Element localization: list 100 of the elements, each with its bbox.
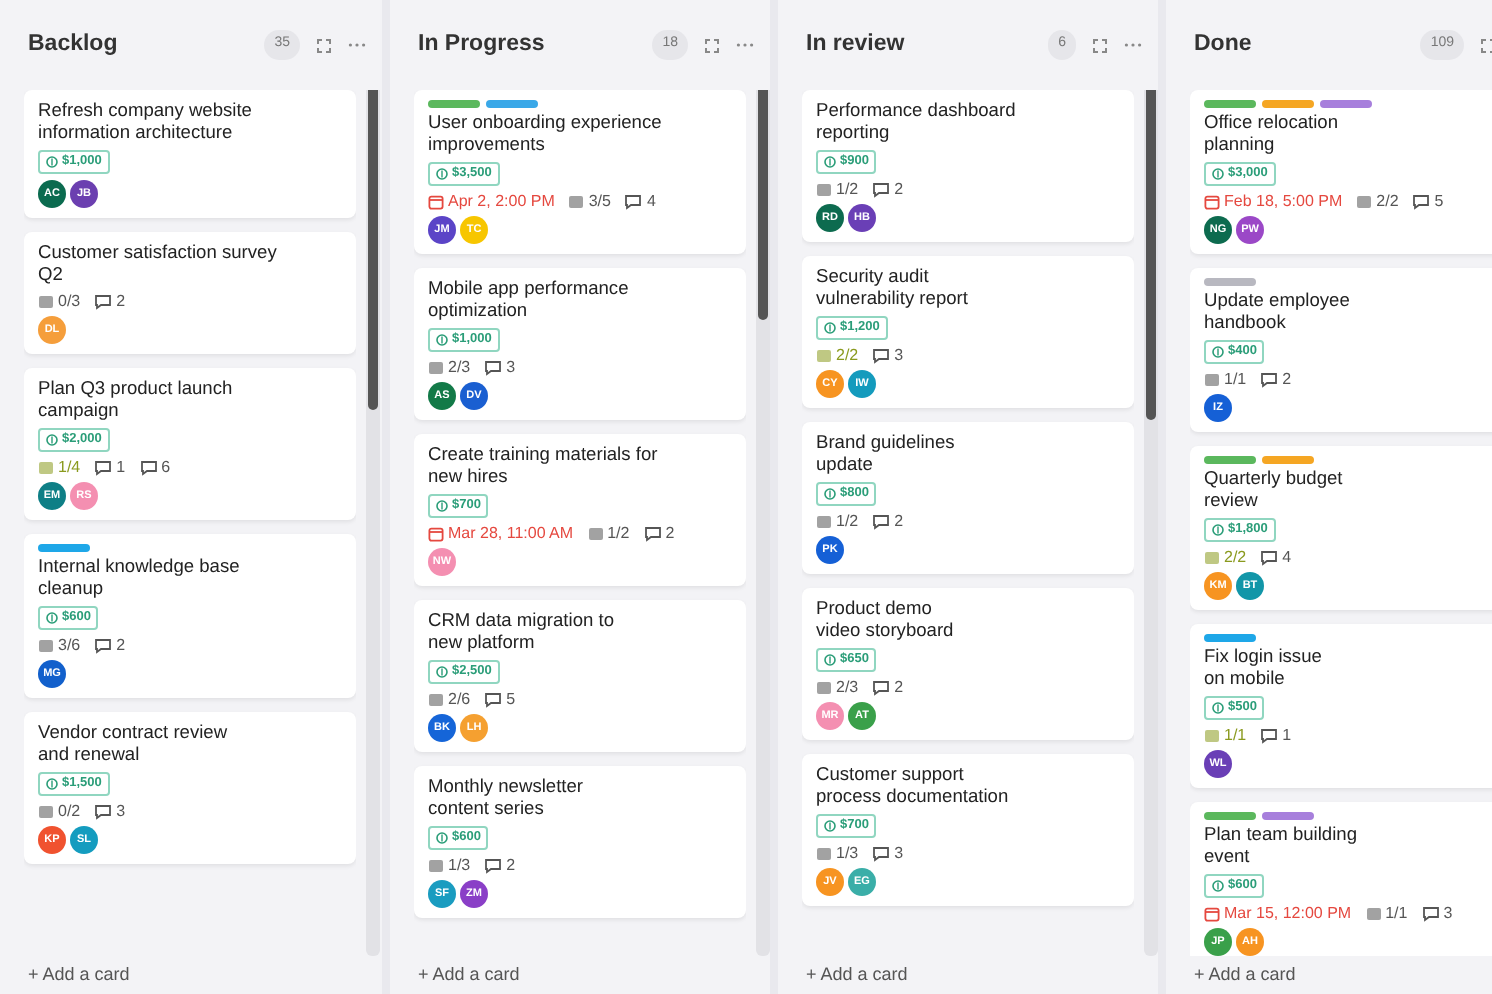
comment-count: 2	[894, 180, 904, 198]
add-card-button[interactable]: + Add a card	[418, 961, 520, 989]
comment-count: 3	[116, 802, 126, 820]
card-title: CRM data migration to new platform	[428, 610, 617, 654]
comment-icon	[1421, 905, 1440, 921]
checklist-icon	[816, 181, 832, 197]
checklist-icon	[428, 857, 444, 873]
collapse-icon[interactable]	[316, 37, 332, 53]
comment-count: 6	[161, 458, 171, 476]
coin-icon	[1212, 702, 1224, 714]
comment-count: 2	[1282, 370, 1292, 388]
comment-icon	[139, 459, 158, 475]
comment-icon	[872, 513, 891, 529]
card-title: Plan team building event	[1204, 824, 1359, 868]
card-title: Security audit vulnerability report	[816, 266, 970, 310]
comment-icon	[1260, 371, 1279, 387]
checklist-icon	[816, 347, 832, 363]
comment-icon	[872, 181, 891, 197]
collapse-icon[interactable]	[1092, 37, 1108, 53]
card-title: Product demo video storyboard	[816, 598, 956, 642]
comment-icon	[872, 845, 891, 861]
comment-count: 1	[116, 458, 126, 476]
checklist-icon	[816, 513, 832, 529]
checklist-icon	[816, 679, 832, 695]
comment-icon	[484, 691, 503, 707]
more-icon[interactable]	[348, 42, 366, 48]
coin-icon	[1212, 346, 1224, 358]
comment-count: 2	[506, 856, 516, 874]
card-title: Plan Q3 product launch campaign	[38, 378, 235, 422]
add-card-button[interactable]: + Add a card	[806, 961, 908, 989]
comment-icon	[94, 637, 113, 653]
comment-icon	[94, 293, 113, 309]
checklist-progress: 1/1	[1224, 370, 1247, 388]
calendar-icon	[1204, 905, 1220, 921]
checklist-progress: 2/6	[448, 690, 471, 708]
scrollbar[interactable]	[1144, 90, 1158, 956]
comment-icon	[484, 857, 503, 873]
comment-count: 2	[894, 678, 904, 696]
checklist-progress: 1/4	[58, 458, 81, 476]
checklist-icon	[428, 359, 444, 375]
scrollbar[interactable]	[366, 90, 380, 956]
due-date: Feb 18, 5:00 PM	[1224, 192, 1343, 210]
comment-count: 4	[646, 192, 656, 210]
checklist-icon	[568, 193, 585, 209]
comment-count: 1	[1282, 726, 1292, 744]
more-icon[interactable]	[736, 42, 754, 48]
card-title: Update employee handbook	[1204, 290, 1352, 334]
comment-icon	[94, 459, 113, 475]
coin-icon	[1212, 168, 1224, 180]
card-title: Mobile app performance optimization	[428, 278, 631, 322]
card-title: Brand guidelines update	[816, 432, 957, 476]
comment-count: 4	[1282, 548, 1292, 566]
card-title: User onboarding experience improvements	[428, 112, 664, 156]
more-icon[interactable]	[1124, 42, 1142, 48]
checklist-icon	[1365, 905, 1382, 921]
comment-count: 5	[506, 690, 516, 708]
checklist-icon	[38, 293, 54, 309]
add-card-button[interactable]: + Add a card	[28, 961, 130, 989]
checklist-progress: 2/2	[1224, 548, 1247, 566]
card-title: Internal knowledge base cleanup	[38, 556, 242, 600]
comment-count: 2	[116, 636, 126, 654]
coin-icon	[824, 156, 836, 168]
scrollbar[interactable]	[756, 90, 770, 956]
card-title: Performance dashboard reporting	[816, 100, 1018, 144]
comment-icon	[1260, 727, 1279, 743]
checklist-progress: 2/2	[1376, 192, 1399, 210]
comment-count: 3	[506, 358, 516, 376]
checklist-icon	[1204, 727, 1220, 743]
comment-icon	[1260, 549, 1279, 565]
coin-icon	[824, 654, 836, 666]
coin-icon	[436, 168, 448, 180]
calendar-icon	[428, 525, 444, 541]
add-card-button[interactable]: + Add a card	[1194, 961, 1296, 989]
due-date: Mar 28, 11:00 AM	[448, 524, 574, 542]
coin-icon	[1212, 880, 1224, 892]
coin-icon	[46, 778, 58, 790]
coin-icon	[436, 500, 448, 512]
card-title: Monthly newsletter content series	[428, 776, 586, 820]
collapse-icon[interactable]	[704, 37, 720, 53]
checklist-icon	[587, 525, 604, 541]
comment-icon	[94, 803, 113, 819]
checklist-progress: 0/3	[58, 292, 81, 310]
coin-icon	[824, 488, 836, 500]
column-title: Done	[1194, 29, 1254, 60]
comment-icon	[1412, 193, 1431, 209]
calendar-icon	[1204, 193, 1220, 209]
coin-icon	[436, 666, 448, 678]
checklist-icon	[428, 691, 444, 707]
checklist-icon	[816, 845, 832, 861]
calendar-icon	[428, 193, 444, 209]
column-title: Backlog	[28, 29, 120, 60]
card-title: Refresh company website information architecture	[38, 100, 254, 144]
coin-icon	[824, 322, 836, 334]
card-title: Vendor contract review and renewal	[38, 722, 230, 766]
comment-count: 5	[1434, 192, 1444, 210]
collapse-icon[interactable]	[1480, 37, 1492, 53]
comment-count: 3	[894, 844, 904, 862]
card-title: Quarterly budget review	[1204, 468, 1345, 512]
comment-icon	[624, 193, 643, 209]
card-title: Office relocation planning	[1204, 112, 1341, 156]
